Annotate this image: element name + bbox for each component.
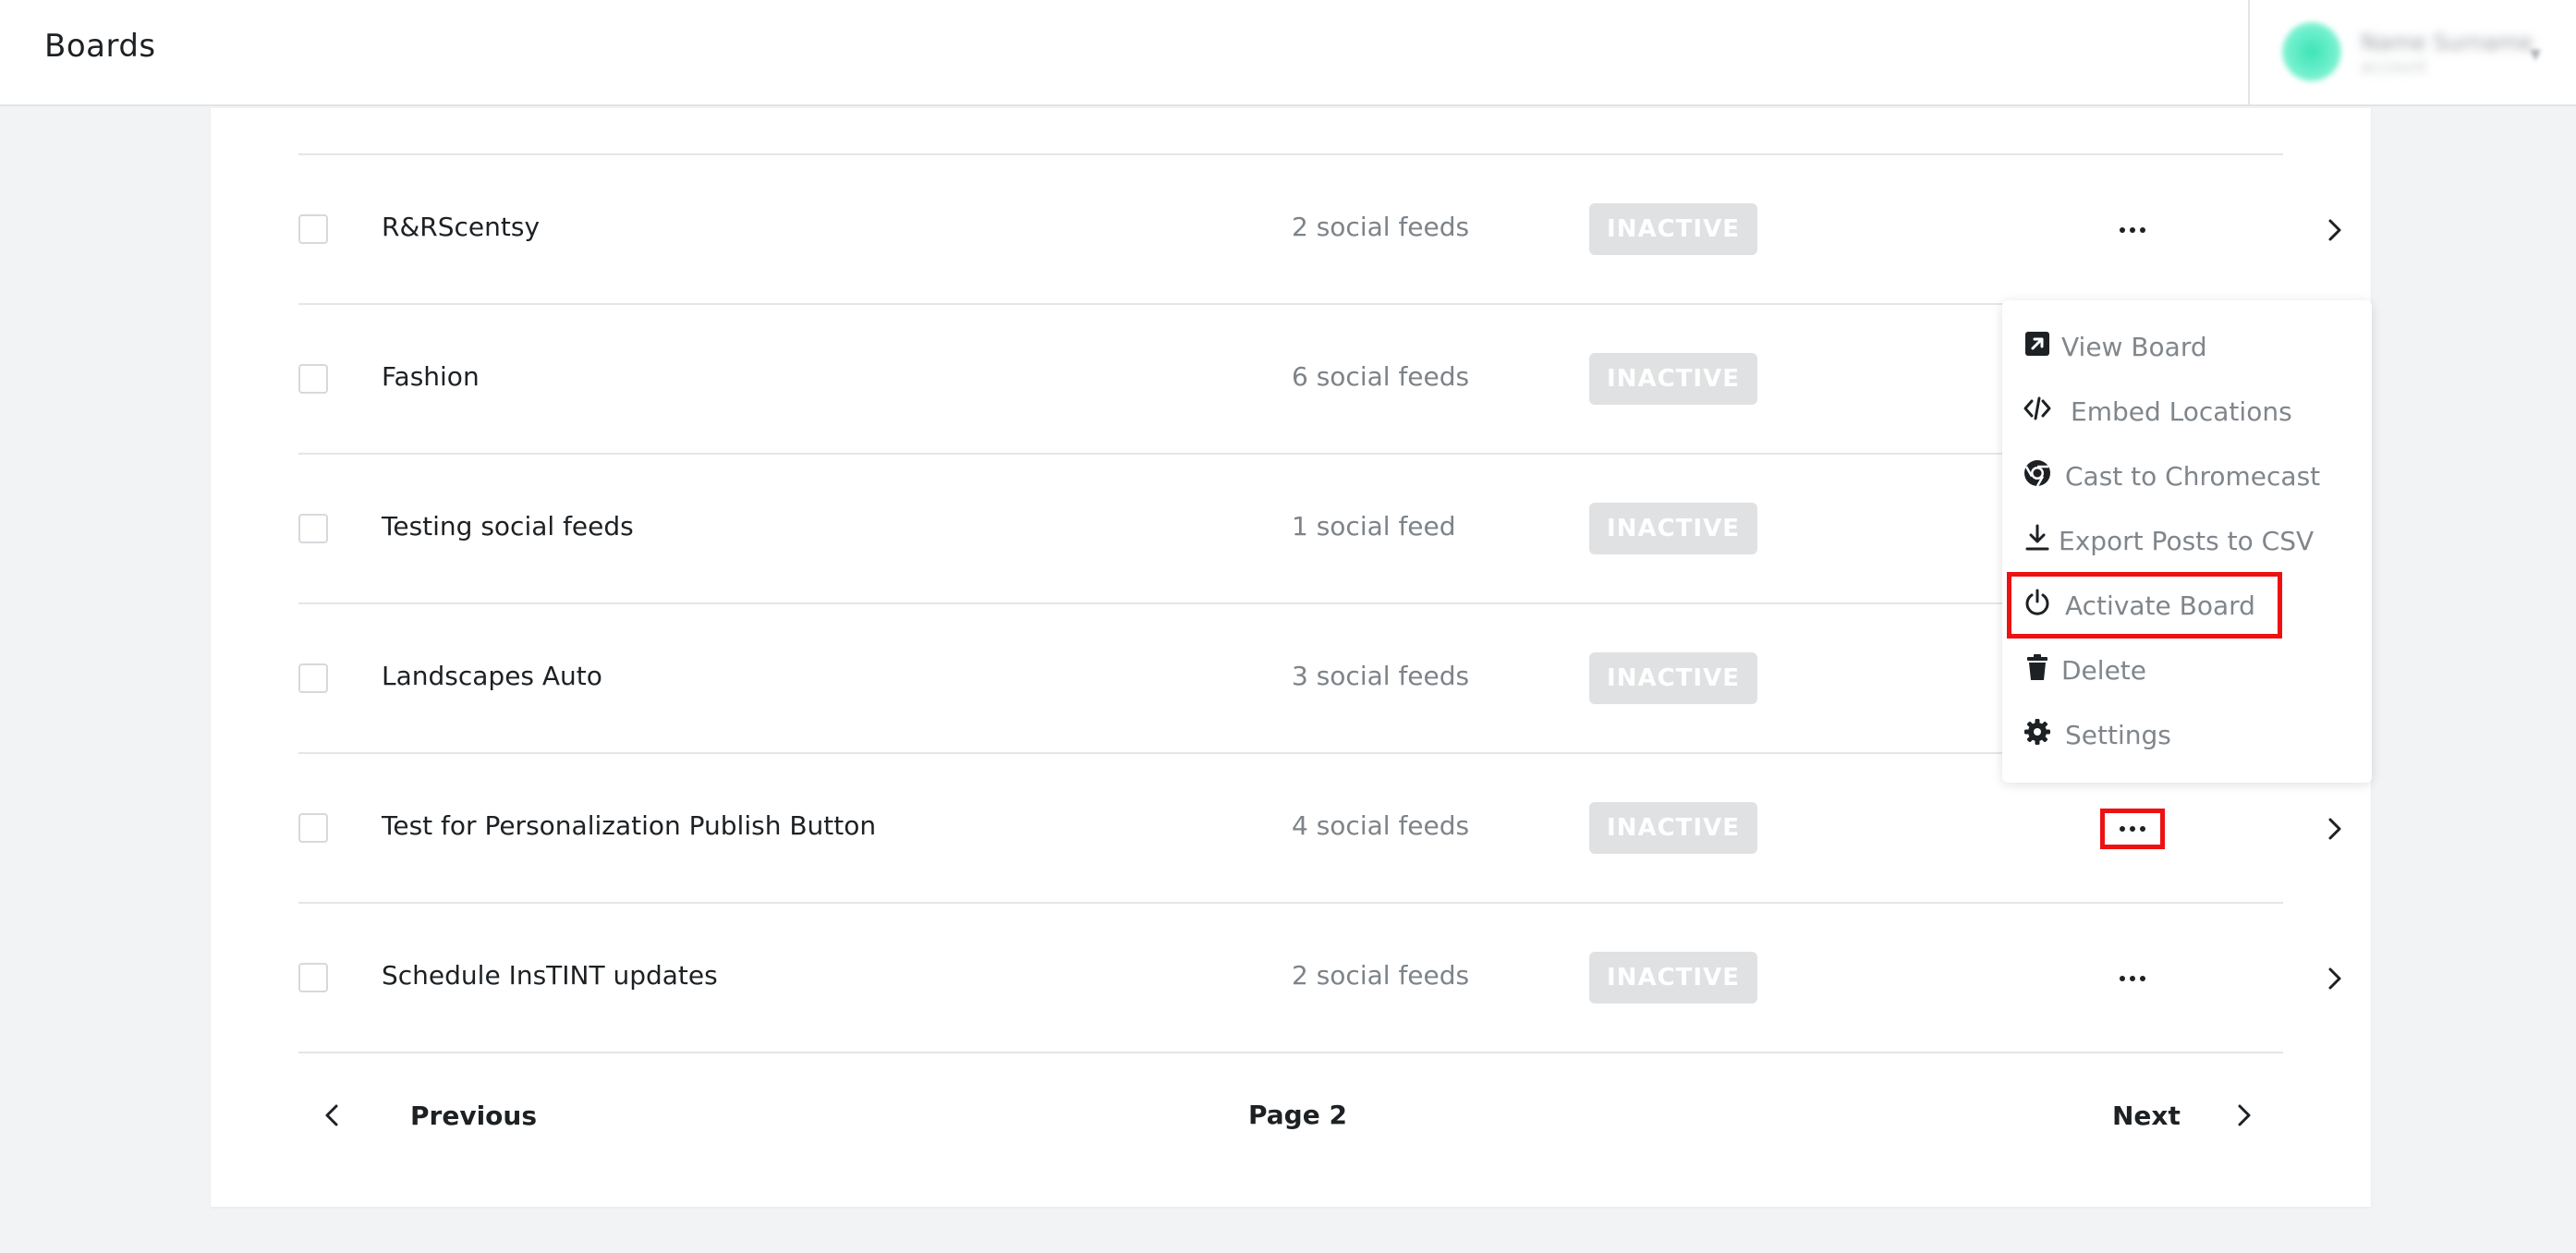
dot bbox=[2140, 826, 2145, 832]
pagination: Previous Page 2 Next bbox=[298, 1069, 2283, 1162]
page-indicator: Page 2 bbox=[1248, 1100, 1347, 1130]
chevron-down-icon[interactable]: ▾ bbox=[2530, 41, 2541, 67]
dot bbox=[2130, 227, 2135, 233]
menu-item-label: Embed Locations bbox=[2071, 396, 2292, 427]
board-name[interactable]: R&RScentsy bbox=[382, 212, 540, 242]
feed-count: 1 social feed bbox=[1292, 511, 1456, 541]
table-row: Fashion 6 social feeds INACTIVE bbox=[298, 304, 2283, 452]
download-icon bbox=[2025, 524, 2049, 551]
board-actions-menu: View Board Embed Locations Cast to Chrom… bbox=[2002, 300, 2372, 783]
more-options-button[interactable] bbox=[2100, 958, 2165, 999]
user-menu[interactable]: Name Surname account ▾ bbox=[2273, 17, 2559, 91]
menu-item-label: Export Posts to CSV bbox=[2059, 526, 2315, 556]
menu-item-export-csv[interactable]: Export Posts to CSV bbox=[2002, 511, 2372, 568]
next-button[interactable]: Next bbox=[2112, 1101, 2181, 1131]
external-link-icon bbox=[2025, 332, 2049, 356]
feed-count: 3 social feeds bbox=[1292, 661, 1470, 691]
status-badge: INACTIVE bbox=[1589, 952, 1757, 1004]
trash-icon bbox=[2027, 654, 2047, 680]
table-row: Landscapes Auto 3 social feeds INACTIVE bbox=[298, 603, 2283, 751]
menu-item-label: Cast to Chromecast bbox=[2065, 461, 2321, 492]
table-row: Test for Personalization Publish Button … bbox=[298, 753, 2341, 901]
board-name[interactable]: Schedule InsTINT updates bbox=[382, 960, 718, 991]
table-row: Schedule InsTINT updates 2 social feeds … bbox=[298, 903, 2341, 1051]
row-checkbox[interactable] bbox=[298, 214, 328, 244]
dot bbox=[2120, 227, 2125, 233]
status-badge: INACTIVE bbox=[1589, 203, 1757, 255]
avatar[interactable] bbox=[2282, 22, 2341, 81]
menu-item-label: Delete bbox=[2061, 655, 2146, 686]
dot bbox=[2140, 976, 2145, 981]
dot bbox=[2130, 826, 2135, 832]
feed-count: 6 social feeds bbox=[1292, 361, 1470, 392]
dot bbox=[2120, 826, 2125, 832]
menu-item-delete[interactable]: Delete bbox=[2002, 640, 2372, 698]
table-row: R&RScentsy 2 social feeds INACTIVE bbox=[298, 154, 2341, 302]
code-icon bbox=[2023, 396, 2051, 420]
menu-item-embed-locations[interactable]: Embed Locations bbox=[2002, 382, 2372, 439]
feed-count: 4 social feeds bbox=[1292, 810, 1470, 841]
highlight-box bbox=[2007, 572, 2282, 639]
status-badge: INACTIVE bbox=[1589, 652, 1757, 704]
feed-count: 2 social feeds bbox=[1292, 212, 1470, 242]
chrome-icon bbox=[2024, 460, 2050, 487]
board-name[interactable]: Landscapes Auto bbox=[382, 661, 602, 691]
dot bbox=[2130, 976, 2135, 981]
top-header: Boards Name Surname account ▾ bbox=[0, 0, 2576, 106]
row-checkbox[interactable] bbox=[298, 364, 328, 394]
user-subtitle: account bbox=[2361, 57, 2427, 77]
chevron-right-icon[interactable] bbox=[2320, 814, 2350, 844]
board-name[interactable]: Testing social feeds bbox=[382, 511, 634, 541]
previous-button[interactable]: Previous bbox=[410, 1101, 537, 1131]
menu-item-label: View Board bbox=[2061, 332, 2207, 362]
row-checkbox[interactable] bbox=[298, 963, 328, 992]
dot bbox=[2140, 227, 2145, 233]
chevron-right-icon[interactable] bbox=[2320, 215, 2350, 245]
row-checkbox[interactable] bbox=[298, 514, 328, 543]
page-title: Boards bbox=[44, 28, 156, 65]
chevron-right-icon[interactable] bbox=[2230, 1101, 2259, 1130]
row-checkbox[interactable] bbox=[298, 813, 328, 843]
menu-item-view-board[interactable]: View Board bbox=[2002, 317, 2372, 374]
status-badge: INACTIVE bbox=[1589, 802, 1757, 854]
status-badge: INACTIVE bbox=[1589, 353, 1757, 405]
menu-item-settings[interactable]: Settings bbox=[2002, 705, 2372, 762]
status-badge: INACTIVE bbox=[1589, 503, 1757, 554]
feed-count: 2 social feeds bbox=[1292, 960, 1470, 991]
board-name[interactable]: Test for Personalization Publish Button bbox=[382, 810, 876, 841]
menu-item-cast-chromecast[interactable]: Cast to Chromecast bbox=[2002, 446, 2372, 504]
header-divider bbox=[2248, 0, 2250, 106]
board-name[interactable]: Fashion bbox=[382, 361, 480, 392]
more-options-button[interactable] bbox=[2100, 809, 2165, 849]
table-row: Testing social feeds 1 social feed INACT… bbox=[298, 454, 2283, 602]
gear-icon bbox=[2024, 719, 2050, 745]
menu-item-label: Settings bbox=[2065, 720, 2171, 750]
row-divider bbox=[298, 1052, 2283, 1053]
chevron-right-icon[interactable] bbox=[2320, 964, 2350, 993]
more-options-button[interactable] bbox=[2100, 210, 2165, 250]
dot bbox=[2120, 976, 2125, 981]
row-checkbox[interactable] bbox=[298, 663, 328, 693]
user-name: Name Surname bbox=[2361, 30, 2533, 55]
chevron-left-icon[interactable] bbox=[317, 1101, 346, 1130]
